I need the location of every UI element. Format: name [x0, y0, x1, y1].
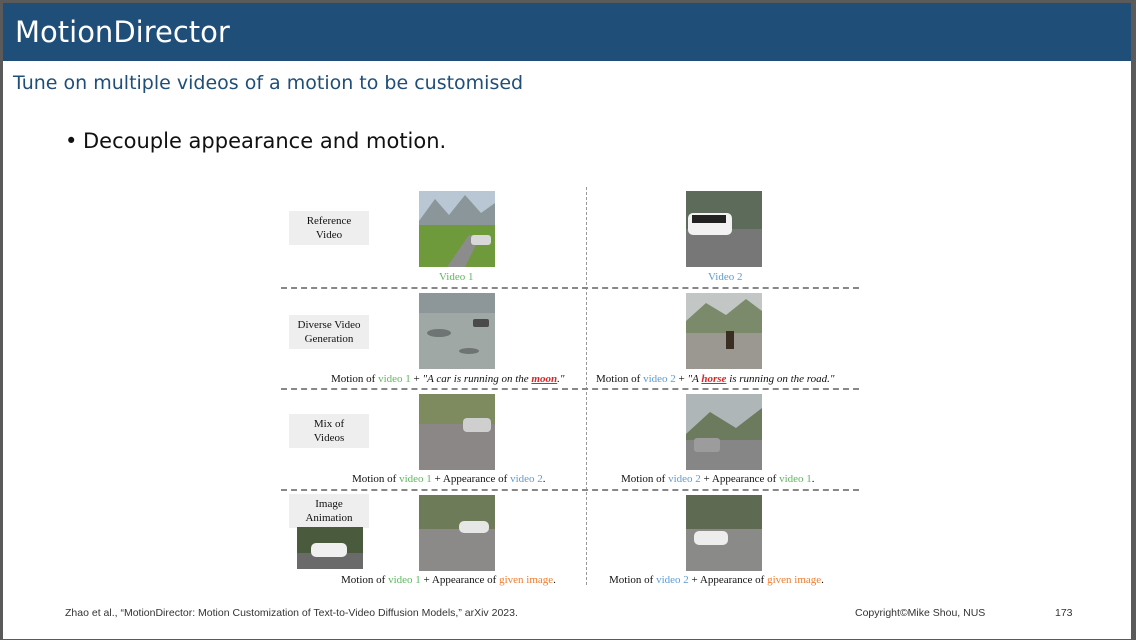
- vertical-divider: [586, 187, 587, 585]
- figure: Reference Video Video 1 Video 2 Diverse …: [281, 187, 861, 587]
- row-divider: [281, 489, 859, 491]
- video-2-label: Video 2: [708, 271, 743, 283]
- animation-2-thumbnail: [686, 495, 762, 571]
- title-bar: MotionDirector: [3, 3, 1131, 61]
- row-label-image-animation: Image Animation: [289, 494, 369, 528]
- caption-animation-2: Motion of video 2 + Appearance of given …: [609, 574, 824, 586]
- bullet-item: • Decouple appearance and motion.: [65, 127, 446, 155]
- bullet-icon: •: [65, 129, 78, 153]
- footer-citation: Zhao et al., “MotionDirector: Motion Cus…: [65, 607, 518, 619]
- row-label-diverse-video-generation: Diverse Video Generation: [289, 315, 369, 349]
- reference-video-1-thumbnail: [419, 191, 495, 267]
- given-image-thumbnail: [297, 527, 363, 569]
- bullet-text: Decouple appearance and motion.: [83, 129, 447, 153]
- row-label-mix-of-videos: Mix of Videos: [289, 414, 369, 448]
- caption-mix-1: Motion of video 1 + Appearance of video …: [352, 473, 546, 485]
- reference-video-2-thumbnail: [686, 191, 762, 267]
- row-divider: [281, 388, 859, 390]
- mix-video-1-thumbnail: [419, 394, 495, 470]
- video-1-label: Video 1: [439, 271, 474, 283]
- page-number: 173: [1055, 607, 1073, 619]
- row-divider: [281, 287, 859, 289]
- slide: MotionDirector Tune on multiple videos o…: [3, 3, 1131, 639]
- slide-title: MotionDirector: [15, 15, 230, 49]
- caption-diverse-generation-1: Motion of video 1 + "A car is running on…: [331, 373, 565, 385]
- mix-video-2-thumbnail: [686, 394, 762, 470]
- footer-copyright: Copyright©Mike Shou, NUS: [855, 607, 986, 619]
- row-label-reference-video: Reference Video: [289, 211, 369, 245]
- animation-1-thumbnail: [419, 495, 495, 571]
- slide-subtitle: Tune on multiple videos of a motion to b…: [13, 72, 524, 94]
- moon-car-thumbnail: [419, 293, 495, 369]
- caption-mix-2: Motion of video 2 + Appearance of video …: [621, 473, 815, 485]
- caption-animation-1: Motion of video 1 + Appearance of given …: [341, 574, 556, 586]
- road-horse-thumbnail: [686, 293, 762, 369]
- caption-diverse-generation-2: Motion of video 2 + "A horse is running …: [596, 373, 835, 385]
